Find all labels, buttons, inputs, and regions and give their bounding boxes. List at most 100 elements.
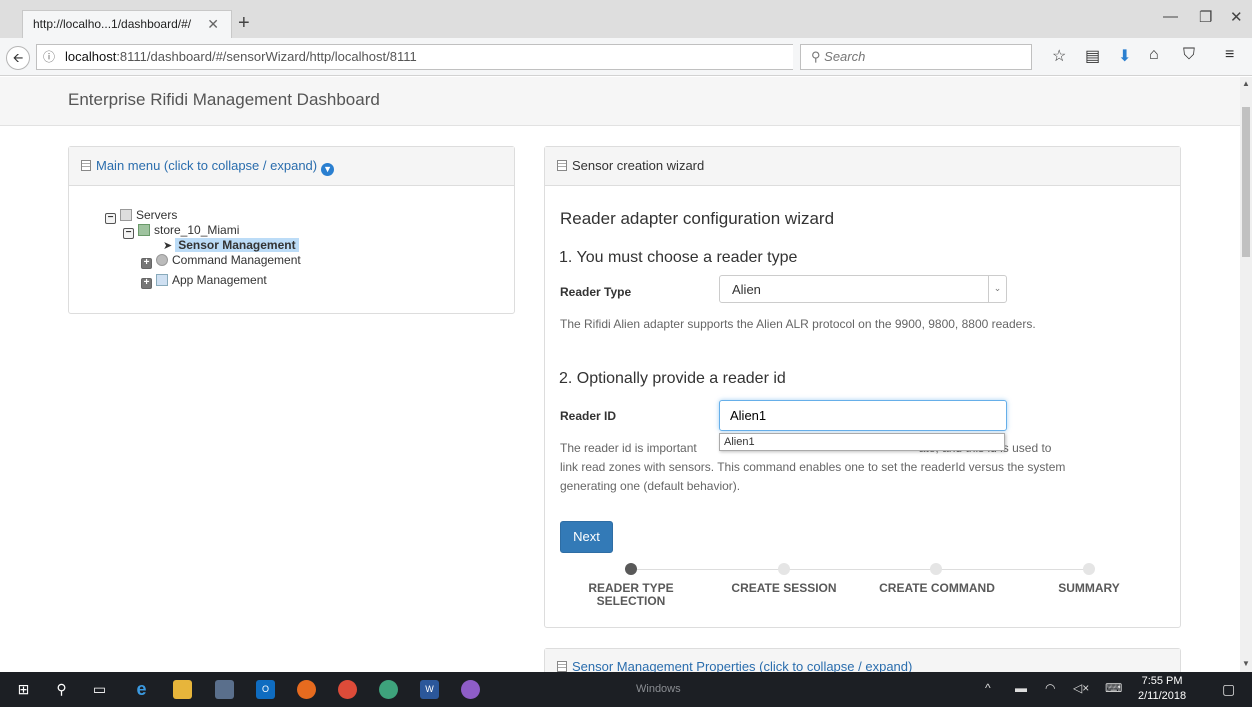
tab-close-icon[interactable]: ✕ — [207, 11, 219, 38]
sensor-properties-panel: Sensor Management Properties (click to c… — [544, 648, 1181, 672]
browser-tab[interactable]: http://localho...1/dashboard/#/ ✕ — [22, 10, 232, 38]
collapse-minus-icon[interactable]: − — [105, 213, 116, 224]
app-icon — [156, 274, 168, 286]
file-explorer-icon[interactable] — [173, 680, 192, 699]
main-menu-heading[interactable]: Main menu (click to collapse / expand) ▼ — [69, 147, 514, 186]
collapse-toggle-icon[interactable]: ▼ — [321, 163, 335, 176]
collapse-minus-icon[interactable]: − — [123, 228, 134, 239]
scrollbar-thumb[interactable] — [1242, 107, 1250, 257]
firefox-icon[interactable] — [297, 680, 316, 699]
keyboard-icon[interactable]: ⌨ — [1105, 681, 1122, 695]
step-dot-summary[interactable] — [1083, 563, 1095, 575]
battery-icon[interactable]: ▬ — [1015, 681, 1027, 695]
panel-list-icon — [557, 661, 567, 672]
chevron-up-icon[interactable]: ^ — [985, 681, 991, 695]
download-icon[interactable]: ⬇ — [1118, 46, 1131, 66]
tab-title: http://localho...1/dashboard/#/ — [33, 17, 192, 31]
notification-icon[interactable]: ▢ — [1222, 681, 1235, 698]
outlook-icon[interactable]: O — [256, 680, 275, 699]
browser-nav-bar: 🡨 ⓘ localhost:8111/dashboard/#/sensorWiz… — [0, 38, 1252, 76]
step-label-summary: SUMMARY — [1058, 581, 1120, 595]
wizard-progress-line — [625, 569, 1090, 570]
reader-type-label: Reader Type — [560, 285, 632, 299]
close-window-button[interactable]: ✕ — [1230, 8, 1243, 26]
expand-plus-icon[interactable]: + — [141, 278, 152, 289]
chevron-down-icon[interactable]: ⌄ — [988, 276, 1006, 302]
main-menu-panel: Main menu (click to collapse / expand) ▼ … — [68, 146, 515, 314]
search-input[interactable]: ⚲ Search — [800, 44, 1032, 70]
reader-type-select[interactable]: Alien ⌄ — [719, 275, 1007, 303]
sensor-properties-heading[interactable]: Sensor Management Properties (click to c… — [545, 649, 1180, 672]
app-title[interactable]: Enterprise Rifidi Management Dashboard — [68, 90, 380, 110]
bookmark-star-icon[interactable]: ☆ — [1052, 46, 1066, 66]
main-menu-heading-text[interactable]: Main menu (click to collapse / expand) — [96, 158, 317, 173]
reader-id-input[interactable] — [719, 400, 1007, 431]
wifi-icon[interactable]: ◠ — [1045, 681, 1055, 695]
edge-icon[interactable]: e — [132, 680, 151, 699]
app-icon[interactable] — [215, 680, 234, 699]
wizard-title: Reader adapter configuration wizard — [560, 209, 835, 228]
step-label-line-2: SELECTION — [596, 594, 666, 608]
chrome-icon[interactable] — [338, 680, 357, 699]
windows-start-icon[interactable]: ⊞ — [14, 680, 33, 699]
url-bar[interactable]: ⓘ localhost:8111/dashboard/#/sensorWizar… — [36, 44, 819, 70]
step-label-reader-type: READER TYPE SELECTION — [581, 582, 681, 608]
next-button[interactable]: Next — [560, 521, 613, 553]
step1-heading: 1. You must choose a reader type — [559, 249, 798, 266]
search-icon[interactable]: ⚲ — [52, 680, 71, 699]
step-label-create-session: CREATE SESSION — [731, 581, 837, 595]
task-view-icon[interactable]: ▭ — [90, 680, 109, 699]
step-dot-create-session[interactable] — [778, 563, 790, 575]
reader-type-value: Alien — [732, 282, 761, 297]
step-dot-reader-type[interactable] — [625, 563, 637, 575]
tree-item-label: Command Management — [172, 253, 301, 267]
panel-list-icon — [557, 160, 567, 171]
reader-id-label: Reader ID — [560, 409, 617, 423]
search-icon: ⚲ — [811, 49, 821, 64]
volume-icon[interactable]: ◁× — [1073, 681, 1089, 695]
gear-icon — [156, 254, 168, 266]
info-icon[interactable]: ⓘ — [43, 45, 55, 69]
reader-id-help-part-a: The reader id is important — [560, 441, 697, 455]
url-text: localhost:8111/dashboard/#/sensorWizard/… — [65, 45, 417, 69]
step-label-create-command: CREATE COMMAND — [879, 581, 995, 595]
clock-date: 2/11/2018 — [1138, 690, 1187, 702]
sensor-wizard-heading: Sensor creation wizard — [545, 147, 1180, 186]
reader-id-help-part-c: link read zones with sensors. This comma… — [560, 460, 1066, 474]
autocomplete-option[interactable]: Alien1 — [719, 433, 1005, 451]
scroll-down-icon[interactable]: ▼ — [1240, 659, 1252, 668]
pocket-icon[interactable]: ⛉ — [1183, 46, 1195, 64]
server-online-icon — [138, 224, 150, 236]
step-label-line-1: READER TYPE — [588, 581, 674, 595]
panel-list-icon — [81, 160, 91, 171]
windows-taskbar: ⊞ ⚲ ▭ e O W Windows ^ ▬ ◠ ◁× ⌨ 7:55 PM 2… — [0, 672, 1252, 707]
restore-button[interactable]: ❐ — [1199, 8, 1212, 26]
windows-label: Windows — [636, 683, 681, 695]
app-icon[interactable] — [379, 680, 398, 699]
tree-item-command-management[interactable]: + Command Management — [141, 250, 301, 270]
browser-tab-bar: http://localho...1/dashboard/#/ ✕ + — ❐ … — [0, 0, 1252, 38]
reader-type-help: The Rifidi Alien adapter supports the Al… — [560, 317, 1036, 331]
word-icon[interactable]: W — [420, 680, 439, 699]
url-path: :8111/dashboard/#/sensorWizard/http/loca… — [116, 49, 417, 64]
page-content: Enterprise Rifidi Management Dashboard M… — [0, 77, 1240, 672]
scroll-up-icon[interactable]: ▲ — [1240, 79, 1252, 88]
new-tab-button[interactable]: + — [238, 10, 250, 36]
back-arrow-icon[interactable]: 🡨 — [6, 46, 30, 70]
menu-hamburger-icon[interactable]: ≡ — [1225, 46, 1234, 64]
app-header: Enterprise Rifidi Management Dashboard — [0, 77, 1240, 126]
page-scrollbar[interactable]: ▲ ▼ — [1240, 77, 1252, 672]
app-icon[interactable] — [461, 680, 480, 699]
sensor-properties-heading-text[interactable]: Sensor Management Properties (click to c… — [572, 659, 912, 672]
home-icon[interactable]: ⌂ — [1149, 46, 1159, 64]
step-dot-create-command[interactable] — [930, 563, 942, 575]
tree-item-app-management[interactable]: + App Management — [141, 270, 267, 290]
minimize-button[interactable]: — — [1163, 8, 1178, 25]
sensor-wizard-panel: Sensor creation wizard Reader adapter co… — [544, 146, 1181, 628]
clock-time: 7:55 PM — [1141, 675, 1183, 687]
reading-list-icon[interactable]: ▤ — [1085, 46, 1100, 66]
search-placeholder: Search — [824, 49, 866, 64]
expand-plus-icon[interactable]: + — [141, 258, 152, 269]
reader-id-help-part-d: generating one (default behavior). — [560, 479, 741, 493]
clock[interactable]: 7:55 PM 2/11/2018 — [1138, 674, 1186, 704]
